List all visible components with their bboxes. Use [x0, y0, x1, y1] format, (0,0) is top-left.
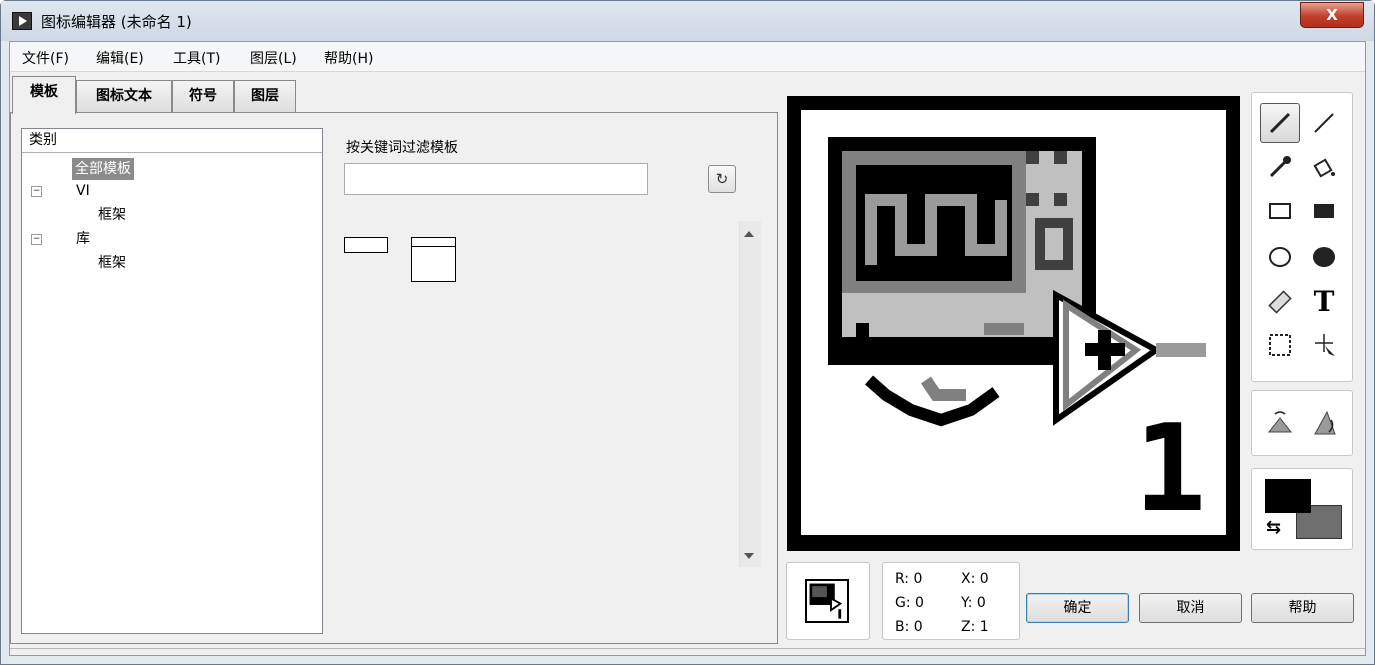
canvas-layer-number: 1: [1134, 400, 1206, 535]
filled-rectangle-icon[interactable]: [1304, 191, 1344, 231]
color-palette: ⇆: [1251, 468, 1353, 550]
selection-icon[interactable]: [1260, 325, 1300, 365]
red-value: R: 0: [895, 571, 923, 587]
icon-preview: [805, 579, 849, 623]
move-icon[interactable]: [1304, 325, 1344, 365]
menu-file[interactable]: 文件(F): [22, 48, 69, 68]
y-coordinate: Y: 0: [961, 595, 986, 611]
status-bar: [10, 648, 1365, 656]
template-gallery: [344, 225, 764, 565]
rectangle-icon[interactable]: [1260, 191, 1300, 231]
template-scrollbar[interactable]: [739, 221, 761, 567]
close-button[interactable]: X: [1300, 2, 1364, 28]
swap-colors-icon[interactable]: ⇆: [1266, 517, 1281, 538]
fill-icon[interactable]: [1304, 147, 1344, 187]
filter-input[interactable]: [344, 163, 648, 195]
cancel-button[interactable]: 取消: [1139, 593, 1242, 623]
window-title: 图标编辑器 (未命名 1): [41, 13, 192, 31]
tree-item-library[interactable]: 库: [76, 228, 90, 250]
help-button[interactable]: 帮助: [1251, 593, 1354, 623]
menu-layers[interactable]: 图层(L): [250, 48, 297, 68]
color-picker-icon[interactable]: [1260, 147, 1300, 187]
tab-templates[interactable]: 模板: [12, 76, 76, 114]
tab-layers[interactable]: 图层: [234, 80, 296, 112]
transform-palette: [1251, 390, 1353, 456]
category-tree[interactable]: 类别 全部模板 − VI 框架 − 库 框架: [21, 128, 323, 634]
ok-button[interactable]: 确定: [1026, 593, 1129, 623]
tree-item-library-frame[interactable]: 框架: [98, 252, 126, 274]
line-icon[interactable]: [1304, 103, 1344, 143]
client-area: 文件(F) 编辑(E) 工具(T) 图层(L) 帮助(H) 模板 图标文本 符号…: [9, 41, 1366, 656]
category-header: 类别: [22, 129, 322, 153]
z-coordinate: Z: 1: [961, 619, 989, 635]
x-coordinate: X: 0: [961, 571, 989, 587]
green-value: G: 0: [895, 595, 924, 611]
menu-help[interactable]: 帮助(H): [324, 48, 373, 68]
refresh-button[interactable]: ↻: [708, 165, 736, 193]
title-bar[interactable]: 图标编辑器 (未命名 1) X: [1, 1, 1374, 41]
template-thumbnail-frame[interactable]: [411, 237, 456, 282]
tab-icon-text[interactable]: 图标文本: [76, 80, 172, 112]
filled-ellipse-icon[interactable]: [1304, 237, 1344, 277]
foreground-color-swatch[interactable]: [1265, 479, 1311, 513]
tree-item-vi[interactable]: VI: [76, 180, 90, 202]
tree-item-all-templates[interactable]: 全部模板: [72, 158, 134, 180]
tool-palette: T: [1251, 92, 1353, 382]
app-icon: [12, 12, 32, 30]
text-icon[interactable]: T: [1304, 281, 1344, 321]
scroll-down-arrow-icon[interactable]: [744, 553, 754, 559]
tab-symbols[interactable]: 符号: [172, 80, 234, 112]
menu-bar: 文件(F) 编辑(E) 工具(T) 图层(L) 帮助(H): [10, 42, 1365, 72]
coordinate-readout: R: 0 G: 0 B: 0 X: 0 Y: 0 Z: 1: [882, 562, 1020, 640]
eraser-icon[interactable]: [1260, 281, 1300, 321]
pencil-icon[interactable]: [1260, 103, 1300, 143]
blue-value: B: 0: [895, 619, 923, 635]
templates-panel: 类别 全部模板 − VI 框架 − 库 框架 按关键词过滤模板 ↻: [10, 112, 778, 644]
ellipse-icon[interactable]: [1260, 237, 1300, 277]
refresh-icon: ↻: [715, 170, 729, 188]
filter-label: 按关键词过滤模板: [346, 140, 458, 156]
canvas-drawing: 1: [828, 137, 1206, 535]
flip-horizontal-icon[interactable]: [1260, 403, 1300, 443]
tree-collapse-library-icon[interactable]: −: [31, 234, 42, 245]
tree-item-vi-frame[interactable]: 框架: [98, 204, 126, 226]
tree-collapse-vi-icon[interactable]: −: [31, 186, 42, 197]
rotate-icon[interactable]: [1304, 403, 1344, 443]
icon-editor-window: 图标编辑器 (未命名 1) X 文件(F) 编辑(E) 工具(T) 图层(L) …: [0, 0, 1375, 665]
menu-tools[interactable]: 工具(T): [173, 48, 220, 68]
menu-edit[interactable]: 编辑(E): [96, 48, 144, 68]
icon-canvas[interactable]: 1: [801, 110, 1226, 535]
icon-canvas-frame: 1: [787, 96, 1240, 551]
icon-preview-box: [786, 562, 870, 640]
scroll-up-arrow-icon[interactable]: [744, 231, 754, 237]
template-thumbnail-small[interactable]: [344, 237, 388, 253]
